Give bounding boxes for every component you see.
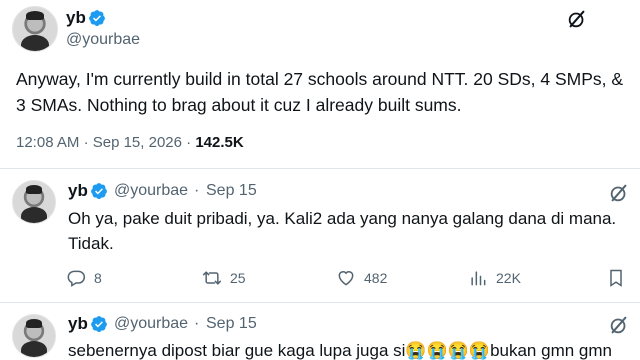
retweet-action[interactable]: 25 xyxy=(202,268,246,288)
tweet-meta: 12:08 AM · Sep 15, 2026 · 142.5K xyxy=(16,134,244,151)
grok-slash-icon[interactable] xyxy=(608,182,630,204)
like-action[interactable]: 482 xyxy=(336,268,387,288)
reply-action[interactable]: 8 xyxy=(66,268,102,288)
views-count: 142.5K xyxy=(195,134,244,151)
like-count: 482 xyxy=(364,270,388,286)
tweet-text: Anyway, I'm currently build in total 27 … xyxy=(16,69,624,115)
reply-text: Oh ya, pake duit pribadi, ya. Kali2 ada … xyxy=(68,209,617,253)
reply-text: sebenernya dipost biar gue kaga lupa jug… xyxy=(68,341,612,360)
meta-separator: · xyxy=(186,134,196,151)
reply-author-handle[interactable]: @yourbae xyxy=(114,182,188,200)
reply-date[interactable]: Sep 15 xyxy=(206,182,257,200)
analytics-icon xyxy=(471,271,486,286)
reply-dot: · xyxy=(194,182,200,199)
author-handle[interactable]: @yourbae xyxy=(66,31,140,49)
reply-author-handle[interactable]: @yourbae xyxy=(114,315,188,333)
meta-separator: · xyxy=(83,134,93,151)
reply-count: 8 xyxy=(94,270,102,286)
avatar[interactable] xyxy=(12,180,56,224)
divider xyxy=(0,168,640,169)
views-action[interactable]: 22K xyxy=(468,268,521,288)
bookmark-icon xyxy=(610,269,622,287)
verified-badge-icon xyxy=(89,10,105,27)
reply-author-name[interactable]: yb xyxy=(68,314,88,334)
retweet-count: 25 xyxy=(230,270,246,286)
reply-dot: · xyxy=(194,315,200,332)
reply-date[interactable]: Sep 15 xyxy=(206,315,257,333)
divider xyxy=(0,302,640,303)
verified-badge-icon xyxy=(91,316,107,333)
view-count: 22K xyxy=(496,270,521,286)
retweet-icon xyxy=(202,271,222,285)
reply-icon xyxy=(67,270,86,287)
grok-slash-icon[interactable] xyxy=(566,8,588,30)
author-name[interactable]: yb xyxy=(66,8,86,28)
tweet-time[interactable]: 12:08 AM xyxy=(16,134,79,151)
tweet-date[interactable]: Sep 15, 2026 xyxy=(93,134,182,151)
grok-slash-icon[interactable] xyxy=(608,314,630,336)
avatar[interactable] xyxy=(12,314,56,358)
reply-author-name[interactable]: yb xyxy=(68,181,88,201)
heart-icon xyxy=(338,271,354,286)
verified-badge-icon xyxy=(91,183,107,200)
avatar[interactable] xyxy=(12,6,58,52)
bookmark-action[interactable] xyxy=(606,268,626,288)
